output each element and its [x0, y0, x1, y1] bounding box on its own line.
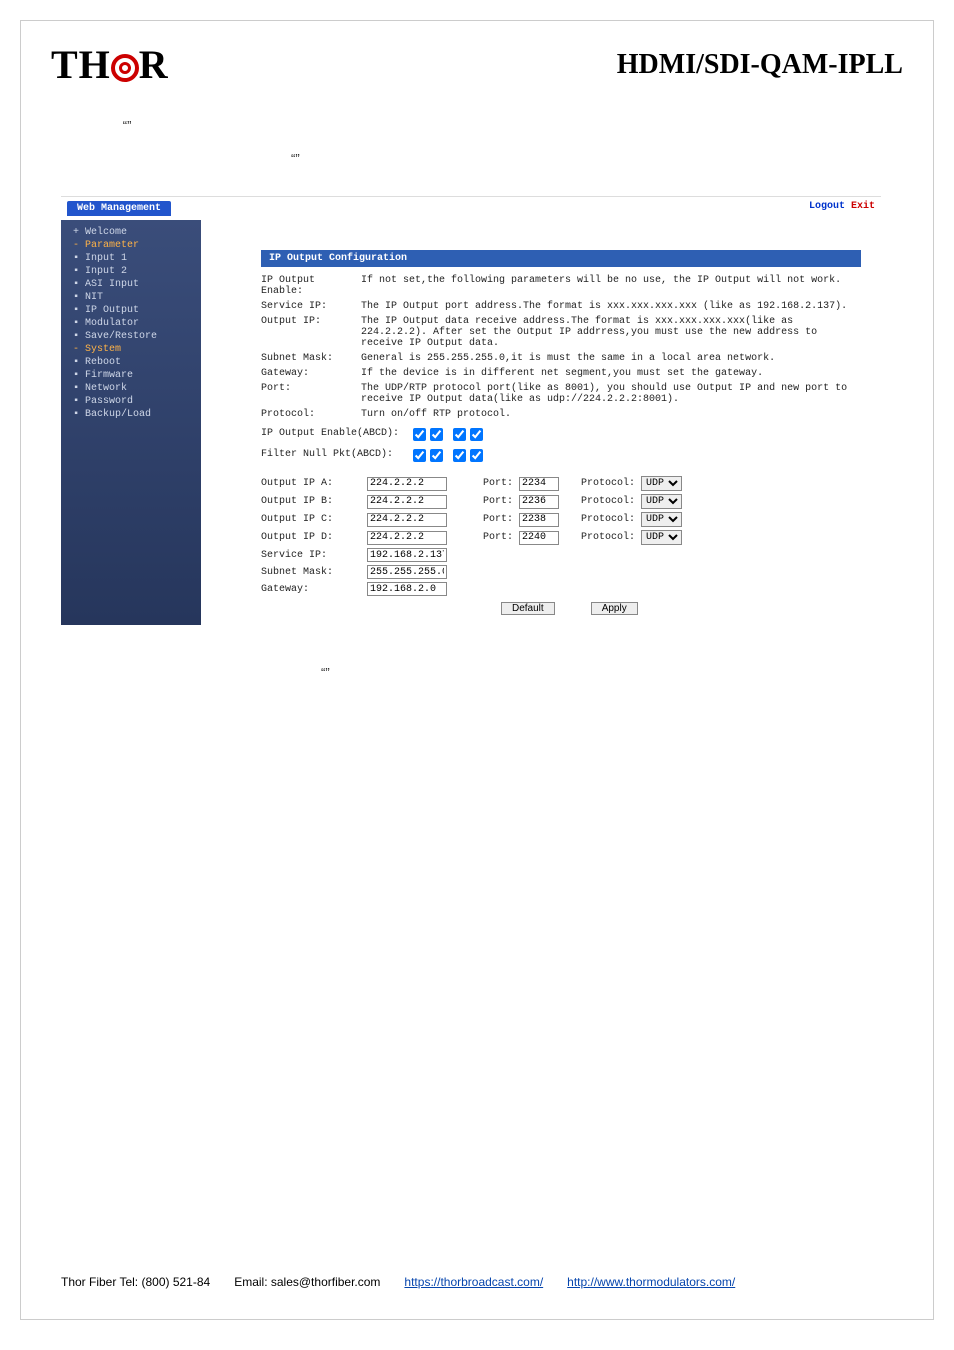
logo-icon	[111, 54, 139, 82]
field-label: Protocol:	[261, 409, 361, 420]
sidebar-item[interactable]: Save/Restore	[65, 330, 197, 343]
port-label: Port:	[453, 532, 513, 543]
output-ip-input[interactable]	[367, 495, 447, 509]
intro-text: Click “” “”	[91, 118, 903, 166]
output-port-input[interactable]	[519, 477, 559, 491]
footer-link2[interactable]: http://www.thormodulators.com/	[567, 1275, 735, 1289]
field-desc: If the device is in different net segmen…	[361, 368, 861, 379]
enable-a[interactable]	[413, 428, 426, 441]
field-label: Output IP:	[261, 316, 361, 349]
field-desc: If not set,the following parameters will…	[361, 275, 861, 297]
logo-post: R	[139, 42, 169, 87]
protocol-select[interactable]: UDP	[641, 476, 682, 491]
sidebar-item[interactable]: NIT	[65, 291, 197, 304]
field-desc: The UDP/RTP protocol port(like as 8001),…	[361, 383, 861, 405]
after-text: “”	[91, 665, 903, 680]
logo: TH R	[51, 41, 169, 88]
field-desc: Turn on/off RTP protocol.	[361, 409, 861, 420]
footer: Thor Fiber Tel: (800) 521-84 Email: sale…	[61, 1275, 893, 1289]
protocol-label: Protocol:	[565, 478, 635, 489]
sidebar-item[interactable]: Input 1	[65, 252, 197, 265]
protocol-label: Protocol:	[565, 532, 635, 543]
output-ip-input[interactable]	[367, 477, 447, 491]
field-label: Port:	[261, 383, 361, 405]
subnet-mask-input[interactable]	[367, 565, 447, 579]
sidebar-item[interactable]: Reboot	[65, 356, 197, 369]
page-title: HDMI/SDI-QAM-IPLL	[617, 49, 903, 81]
screenshot: Web Management Logout Exit Welcome Param…	[61, 196, 881, 625]
sidebar-item[interactable]: Modulator	[65, 317, 197, 330]
output-ip-input[interactable]	[367, 513, 447, 527]
sidebar-system[interactable]: System	[65, 343, 197, 356]
field-label: Subnet Mask:	[261, 353, 361, 364]
sidebar-item[interactable]: Input 2	[65, 265, 197, 278]
sidebar-item[interactable]: Firmware	[65, 369, 197, 382]
field-label: IP Output Enable:	[261, 275, 361, 297]
ip-enable-label: IP Output Enable(ABCD):	[261, 428, 411, 445]
footer-tel: Thor Fiber Tel: (800) 521-84	[61, 1275, 210, 1289]
protocol-label: Protocol:	[565, 514, 635, 525]
filter-a[interactable]	[413, 449, 426, 462]
panel-title: IP Output Configuration	[261, 250, 861, 267]
field-desc: The IP Output port address.The format is…	[361, 301, 861, 312]
port-label: Port:	[453, 496, 513, 507]
output-port-input[interactable]	[519, 531, 559, 545]
port-label: Port:	[453, 478, 513, 489]
protocol-label: Protocol:	[565, 496, 635, 507]
footer-link1[interactable]: https://thorbroadcast.com/	[404, 1275, 543, 1289]
filter-d[interactable]	[470, 449, 483, 462]
sidebar-item[interactable]: Backup/Load	[65, 408, 197, 421]
apply-button[interactable]	[591, 602, 638, 615]
field-label: Service IP:	[261, 301, 361, 312]
sidebar-welcome[interactable]: Welcome	[65, 226, 197, 239]
gateway-input[interactable]	[367, 582, 447, 596]
enable-c[interactable]	[453, 428, 466, 441]
logo-pre: TH	[51, 42, 111, 87]
default-button[interactable]	[501, 602, 555, 615]
field-desc: General is 255.255.255.0,it is must the …	[361, 353, 861, 364]
filter-c[interactable]	[453, 449, 466, 462]
web-management-tab[interactable]: Web Management	[67, 201, 171, 216]
service-ip-input[interactable]	[367, 548, 447, 562]
subnet-mask-label: Subnet Mask:	[261, 567, 361, 578]
enable-b[interactable]	[430, 428, 443, 441]
output-port-input[interactable]	[519, 495, 559, 509]
filter-b[interactable]	[430, 449, 443, 462]
output-ip-input[interactable]	[367, 531, 447, 545]
protocol-select[interactable]: UDP	[641, 530, 682, 545]
sidebar-item[interactable]: Password	[65, 395, 197, 408]
content: IP Output Configuration IP Output Enable…	[201, 220, 881, 625]
gateway-label: Gateway:	[261, 584, 361, 595]
sidebar-parameter[interactable]: Parameter	[65, 239, 197, 252]
logout-link[interactable]: Logout	[809, 201, 845, 212]
service-ip-label: Service IP:	[261, 550, 361, 561]
sidebar-item[interactable]: Network	[65, 382, 197, 395]
enable-d[interactable]	[470, 428, 483, 441]
protocol-select[interactable]: UDP	[641, 494, 682, 509]
sidebar-item[interactable]: IP Output	[65, 304, 197, 317]
protocol-select[interactable]: UDP	[641, 512, 682, 527]
footer-email: Email: sales@thorfiber.com	[234, 1275, 380, 1289]
filter-label: Filter Null Pkt(ABCD):	[261, 449, 411, 466]
field-desc: The IP Output data receive address.The f…	[361, 316, 861, 349]
port-label: Port:	[453, 514, 513, 525]
output-label: Output IP B:	[261, 496, 361, 507]
output-label: Output IP C:	[261, 514, 361, 525]
sidebar: Welcome Parameter Input 1 Input 2 ASI In…	[61, 220, 201, 625]
output-label: Output IP A:	[261, 478, 361, 489]
output-label: Output IP D:	[261, 532, 361, 543]
field-label: Gateway:	[261, 368, 361, 379]
sidebar-item[interactable]: ASI Input	[65, 278, 197, 291]
exit-link[interactable]: Exit	[851, 201, 875, 212]
output-port-input[interactable]	[519, 513, 559, 527]
